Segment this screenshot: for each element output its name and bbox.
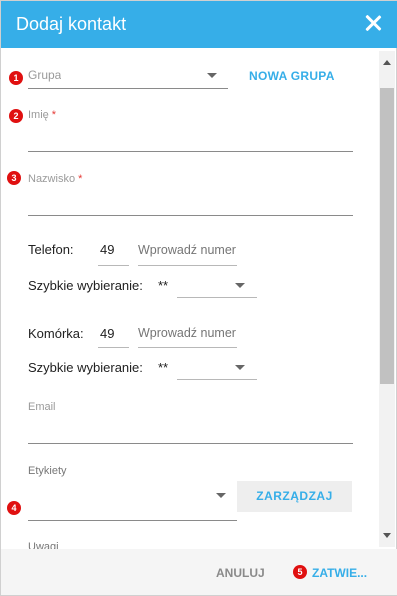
mobile-speed-dial-label: Szybkie wybieranie: — [28, 360, 143, 375]
phone-speed-dial-select[interactable] — [177, 297, 257, 298]
scroll-down-arrow-icon[interactable] — [383, 533, 391, 538]
last-name-label: Nazwisko * — [28, 173, 82, 185]
mobile-label: Komórka: — [28, 326, 84, 341]
tags-label: Etykiety — [28, 465, 67, 477]
add-contact-dialog: Dodaj kontakt 1 Grupa NOWA GRUPA 2 Imię *… — [0, 0, 397, 596]
group-select[interactable] — [28, 88, 228, 89]
mobile-speed-dial-prefix: ** — [158, 360, 169, 375]
cancel-button[interactable]: ANULUJ — [216, 566, 265, 580]
email-label: Email — [28, 401, 56, 413]
annotation-marker-4: 4 — [7, 501, 21, 515]
chevron-down-icon — [207, 73, 217, 78]
annotation-marker-3: 3 — [7, 171, 21, 185]
phone-speed-dial-label: Szybkie wybieranie: — [28, 278, 143, 293]
annotation-marker-1: 1 — [9, 71, 23, 85]
phone-number-underline — [138, 265, 237, 266]
first-name-label-text: Imię — [28, 109, 49, 121]
phone-prefix-underline — [98, 265, 129, 266]
first-name-label: Imię * — [28, 109, 56, 121]
chevron-down-icon — [235, 283, 245, 288]
required-mark: * — [51, 109, 57, 121]
scroll-up-arrow-icon[interactable] — [383, 60, 391, 65]
phone-prefix-field[interactable]: 49 — [100, 242, 114, 257]
email-field[interactable] — [28, 443, 353, 444]
phone-label: Telefon: — [28, 242, 74, 257]
tags-select[interactable] — [28, 520, 237, 521]
scrollbar-thumb[interactable] — [380, 88, 394, 384]
confirm-button[interactable]: ZATWIE... — [312, 566, 367, 580]
phone-number-field[interactable]: Wprowadź numer — [138, 243, 237, 257]
dialog-title: Dodaj kontakt — [16, 14, 127, 34]
mobile-number-underline — [138, 347, 237, 348]
chevron-down-icon — [235, 365, 245, 370]
mobile-prefix-underline — [98, 347, 129, 348]
first-name-field[interactable] — [28, 151, 353, 152]
dialog-footer: ANULUJ 5 ZATWIE... — [1, 549, 397, 595]
phone-speed-dial-prefix: ** — [158, 278, 169, 293]
annotation-marker-2: 2 — [9, 109, 23, 123]
close-icon[interactable] — [362, 12, 384, 34]
mobile-speed-dial-select[interactable] — [177, 379, 257, 380]
group-select-placeholder: Grupa — [28, 68, 62, 82]
chevron-down-icon — [216, 493, 226, 498]
last-name-field[interactable] — [28, 215, 353, 216]
new-group-button[interactable]: NOWA GRUPA — [249, 69, 335, 83]
required-mark: * — [78, 173, 83, 185]
manage-tags-button[interactable]: ZARZĄDZAJ — [237, 481, 352, 512]
scrollbar[interactable] — [379, 51, 395, 547]
mobile-prefix-field[interactable]: 49 — [100, 326, 114, 341]
last-name-label-text: Nazwisko — [28, 173, 76, 185]
dialog-header: Dodaj kontakt — [1, 1, 397, 48]
annotation-marker-5: 5 — [293, 565, 307, 579]
notes-label: Uwagi — [28, 541, 59, 549]
mobile-number-field[interactable]: Wprowadź numer — [138, 326, 237, 340]
